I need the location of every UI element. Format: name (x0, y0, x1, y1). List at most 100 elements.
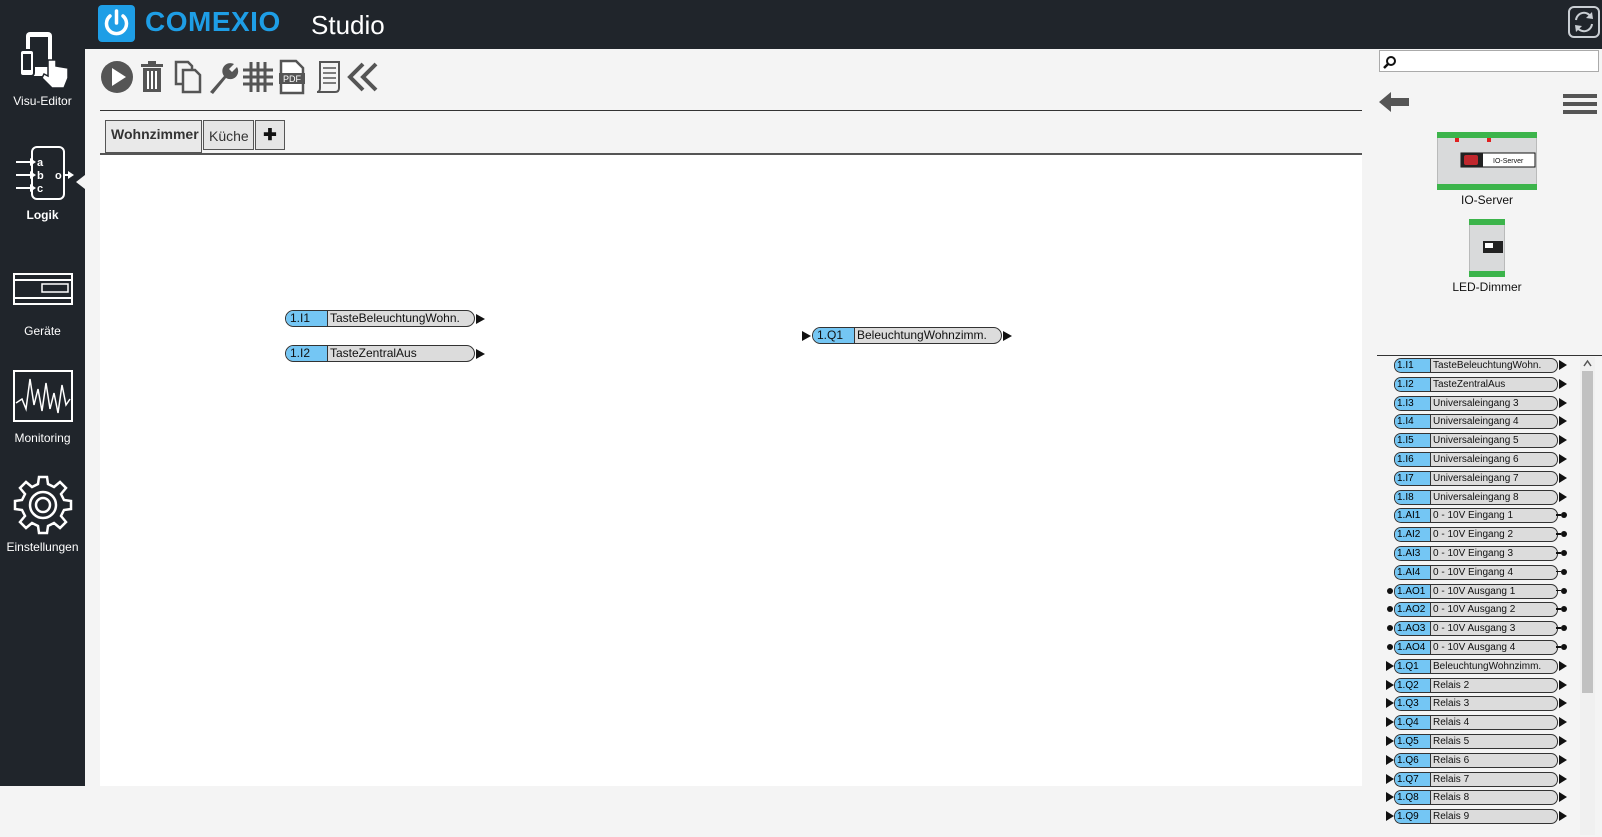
io-list-item[interactable]: 1.Q8 Relais 8 (1377, 789, 1595, 806)
io-list-item[interactable]: 1.Q2 Relais 2 (1377, 677, 1595, 694)
analog-input-port-icon[interactable] (1387, 587, 1393, 594)
analog-input-port-icon[interactable] (1387, 625, 1393, 632)
io-list-item[interactable]: 1.AI3 0 - 10V Eingang 3 (1377, 545, 1595, 562)
io-list-item[interactable]: 1.AO1 0 - 10V Ausgang 1 (1377, 583, 1595, 600)
analog-input-port-icon[interactable] (1387, 606, 1393, 613)
refresh-button[interactable] (1568, 6, 1600, 38)
device-led-dimmer[interactable]: LED-Dimmer (1435, 218, 1539, 294)
logic-canvas[interactable]: 1.I1 TasteBeleuchtungWohn. 1.I2 TasteZen… (100, 155, 1362, 786)
input-port-icon[interactable] (1386, 660, 1394, 671)
scrollbar[interactable] (1580, 357, 1595, 835)
sidebar-item-geraete[interactable]: Geräte (0, 268, 85, 338)
back-button[interactable] (1377, 90, 1411, 119)
io-list-item[interactable]: 1.AO2 0 - 10V Ausgang 2 (1377, 601, 1595, 618)
play-icon (101, 61, 133, 93)
output-port-icon[interactable] (1559, 792, 1567, 803)
output-port-icon[interactable] (1559, 698, 1567, 709)
io-list-item[interactable]: 1.Q9 Relais 9 (1377, 808, 1595, 825)
output-port-icon[interactable] (1559, 811, 1567, 822)
delete-button[interactable] (136, 58, 170, 98)
input-port-icon[interactable] (1386, 679, 1394, 690)
io-list-item[interactable]: 1.Q4 Relais 4 (1377, 714, 1595, 731)
sidebar-item-monitoring[interactable]: Monitoring (0, 369, 85, 445)
analog-output-port-icon[interactable] (1561, 550, 1567, 556)
output-port-icon[interactable] (1559, 736, 1567, 746)
export-pdf-button[interactable]: PDF (276, 58, 310, 98)
output-port-icon[interactable] (1559, 717, 1567, 728)
device-io-server[interactable]: IO-Server IO-Server (1429, 131, 1545, 207)
io-list-item[interactable]: 1.AI1 0 - 10V Eingang 1 (1377, 507, 1595, 524)
io-list-item[interactable]: 1.I2 TasteZentralAus (1377, 376, 1595, 393)
io-list-item[interactable]: 1.Q3 Relais 3 (1377, 695, 1595, 712)
output-port-icon[interactable] (1559, 754, 1567, 765)
menu-button[interactable] (1563, 94, 1597, 121)
input-port-icon[interactable] (1386, 811, 1394, 822)
add-tab-button[interactable]: ✚ (255, 120, 285, 150)
io-list-item[interactable]: 1.I1 TasteBeleuchtungWohn. (1377, 357, 1595, 374)
output-port-icon[interactable] (1003, 331, 1012, 341)
scrollbar-thumb[interactable] (1582, 371, 1593, 693)
input-port-icon[interactable] (1386, 698, 1394, 709)
output-port-icon[interactable] (476, 314, 485, 324)
io-list-item[interactable]: 1.AO4 0 - 10V Ausgang 4 (1377, 639, 1595, 656)
analog-output-port-icon[interactable] (1561, 512, 1567, 519)
output-port-icon[interactable] (1559, 660, 1567, 671)
io-list-item[interactable]: 1.Q6 Relais 6 (1377, 752, 1595, 769)
logic-node-input[interactable]: 1.I2 TasteZentralAus (285, 345, 487, 362)
io-list-item[interactable]: 1.AI2 0 - 10V Eingang 2 (1377, 526, 1595, 543)
io-list-item[interactable]: 1.I8 Universaleingang 8 (1377, 489, 1595, 506)
input-port-icon[interactable] (1386, 773, 1394, 784)
analog-output-port-icon[interactable] (1561, 531, 1567, 538)
output-port-icon[interactable] (476, 349, 485, 359)
output-port-icon[interactable] (1559, 472, 1567, 483)
io-list-item[interactable]: 1.I3 Universaleingang 3 (1377, 395, 1595, 412)
sidebar-item-logik[interactable]: a b c o Logik (0, 144, 85, 222)
input-port-icon[interactable] (1386, 792, 1394, 803)
run-button[interactable] (100, 58, 134, 98)
io-list-item[interactable]: 1.I7 Universaleingang 7 (1377, 470, 1595, 487)
io-list-item[interactable]: 1.AI4 0 - 10V Eingang 4 (1377, 564, 1595, 581)
io-list-item[interactable]: 1.I5 Universaleingang 5 (1377, 432, 1595, 449)
settings-tool-button[interactable] (206, 58, 240, 98)
io-list-item[interactable]: 1.AO3 0 - 10V Ausgang 3 (1377, 620, 1595, 637)
analog-output-port-icon[interactable] (1561, 644, 1567, 650)
tab-kueche[interactable]: Küche (203, 120, 254, 150)
node-name: BeleuchtungWohnzimm. (857, 328, 987, 342)
io-list-item[interactable]: 1.Q7 Relais 7 (1377, 771, 1595, 788)
io-list-item[interactable]: 1.Q5 Relais 5 (1377, 733, 1595, 750)
output-port-icon[interactable] (1559, 360, 1567, 370)
logic-node-input[interactable]: 1.I1 TasteBeleuchtungWohn. (285, 310, 487, 327)
analog-input-port-icon[interactable] (1387, 644, 1393, 650)
output-port-icon[interactable] (1559, 378, 1567, 389)
output-port-icon[interactable] (1559, 679, 1567, 690)
io-name: Relais 6 (1433, 754, 1470, 766)
copy-button[interactable] (172, 58, 206, 98)
scroll-up-icon[interactable] (1583, 359, 1592, 368)
io-list-item[interactable]: 1.I6 Universaleingang 6 (1377, 451, 1595, 468)
analog-output-port-icon[interactable] (1561, 606, 1567, 613)
analog-output-port-icon[interactable] (1561, 625, 1567, 632)
output-port-icon[interactable] (1559, 416, 1567, 427)
io-list-item[interactable]: 1.I4 Universaleingang 4 (1377, 413, 1595, 430)
analog-output-port-icon[interactable] (1561, 568, 1567, 575)
output-port-icon[interactable] (1559, 773, 1567, 784)
tab-wohnzimmer[interactable]: Wohnzimmer (105, 120, 202, 153)
sidebar-item-visu-editor[interactable]: Visu-Editor (0, 30, 85, 108)
io-id: 1.Q3 (1395, 697, 1431, 711)
output-port-icon[interactable] (1559, 397, 1567, 408)
scroll-button[interactable] (312, 58, 346, 98)
output-port-icon[interactable] (1559, 491, 1567, 502)
output-port-icon[interactable] (1559, 435, 1567, 446)
input-port-icon[interactable] (1386, 736, 1394, 746)
sidebar-item-einstellungen[interactable]: Einstellungen (0, 474, 85, 554)
grid-button[interactable] (240, 58, 274, 98)
input-port-icon[interactable] (1386, 717, 1394, 728)
io-list-item[interactable]: 1.Q1 BeleuchtungWohnzimm. (1377, 658, 1595, 675)
input-port-icon[interactable] (1386, 754, 1394, 765)
input-port-icon[interactable] (802, 331, 811, 341)
search-input[interactable] (1379, 50, 1599, 72)
output-port-icon[interactable] (1559, 454, 1567, 464)
logic-node-output[interactable]: 1.Q1 BeleuchtungWohnzimm. (802, 327, 1016, 344)
collapse-button[interactable] (346, 58, 380, 98)
analog-output-port-icon[interactable] (1561, 587, 1567, 594)
